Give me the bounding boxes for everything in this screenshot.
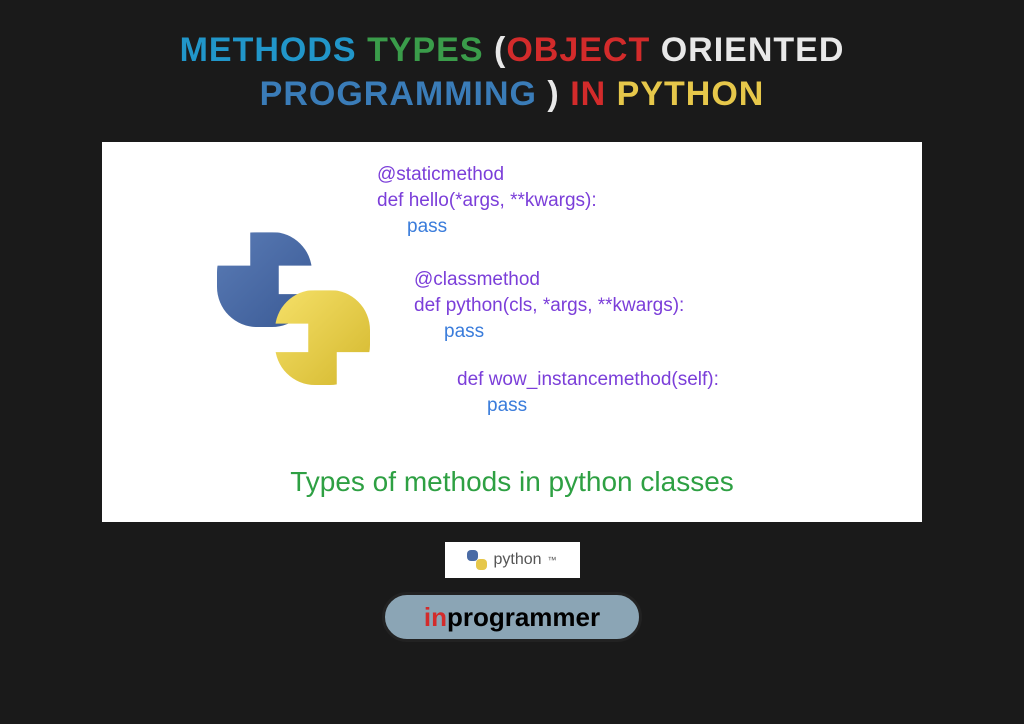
class-body: pass	[414, 319, 684, 345]
title-word-oriented: ORIENTED	[661, 31, 845, 69]
title-word-object: OBJECT	[506, 31, 650, 69]
title-word-in: IN	[570, 75, 606, 113]
static-def: def hello(*args, **kwargs):	[377, 188, 597, 214]
content-caption: Types of methods in python classes	[102, 466, 922, 498]
title-paren-close: )	[547, 75, 559, 113]
class-def: def python(cls, *args, **kwargs):	[414, 293, 684, 319]
static-decorator: @staticmethod	[377, 162, 597, 188]
instance-body: pass	[457, 393, 719, 419]
instance-def: def wow_instancemethod(self):	[457, 367, 719, 393]
python-badge-icon	[467, 550, 487, 570]
python-badge-tm: ™	[548, 555, 557, 565]
brand-prefix: in	[424, 602, 447, 633]
code-instance-method: def wow_instancemethod(self): pass	[457, 367, 719, 418]
title-word-python: PYTHON	[617, 75, 765, 113]
page-title: METHODS TYPES (OBJECT ORIENTED PROGRAMMI…	[0, 0, 1024, 116]
brand-logo: inprogrammer	[382, 592, 642, 642]
code-class-method: @classmethod def python(cls, *args, **kw…	[414, 267, 684, 344]
static-body: pass	[377, 214, 597, 240]
title-word-methods: METHODS	[180, 31, 357, 69]
python-badge-label: python	[493, 551, 541, 569]
title-word-types: TYPES	[367, 31, 483, 69]
title-word-programming: PROGRAMMING	[260, 75, 537, 113]
code-static-method: @staticmethod def hello(*args, **kwargs)…	[377, 162, 597, 239]
content-panel: @staticmethod def hello(*args, **kwargs)…	[102, 142, 922, 522]
title-paren-open: (	[494, 31, 506, 69]
class-decorator: @classmethod	[414, 267, 684, 293]
python-badge: python ™	[445, 542, 580, 578]
brand-suffix: programmer	[447, 602, 600, 633]
